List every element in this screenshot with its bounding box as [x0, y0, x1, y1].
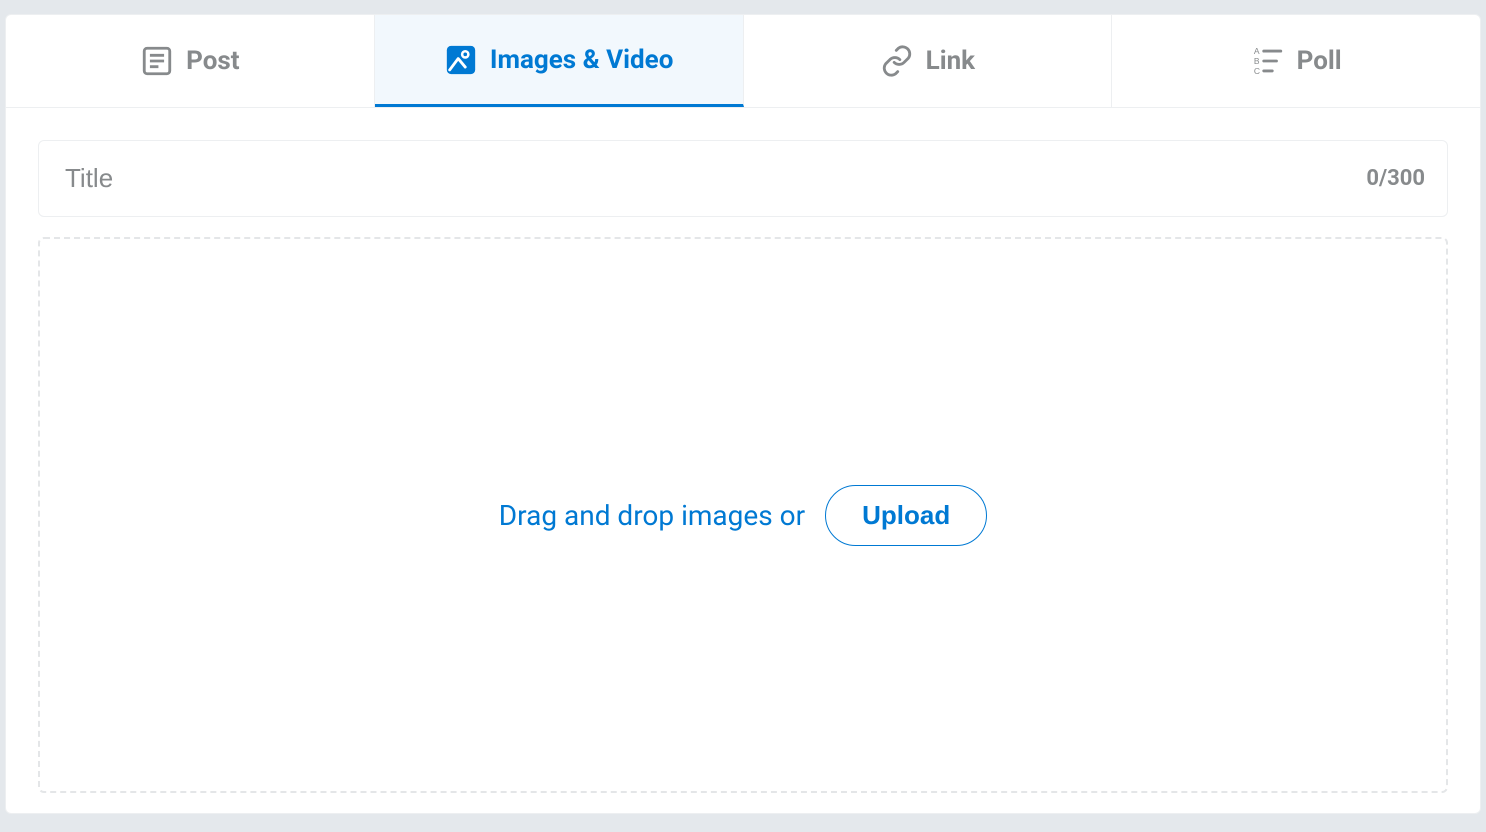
svg-text:B: B [1253, 56, 1259, 66]
title-input[interactable] [39, 141, 1366, 216]
svg-text:C: C [1253, 66, 1259, 76]
tab-label: Post [186, 46, 239, 76]
poll-icon: A B C [1251, 44, 1285, 78]
title-field-wrap: 0/300 [38, 140, 1448, 217]
tab-post[interactable]: Post [6, 15, 375, 107]
upload-button[interactable]: Upload [825, 485, 987, 546]
tab-poll[interactable]: A B C Poll [1112, 15, 1480, 107]
dropzone-text: Drag and drop images or [499, 499, 805, 532]
tab-images-video[interactable]: Images & Video [375, 15, 744, 107]
media-dropzone[interactable]: Drag and drop images or Upload [38, 237, 1448, 793]
tab-label: Images & Video [490, 45, 674, 75]
post-icon [140, 44, 174, 78]
post-composer-card: Post Images & Video Link [5, 14, 1481, 814]
link-icon [880, 44, 914, 78]
compose-tabs: Post Images & Video Link [6, 15, 1480, 108]
tab-label: Poll [1297, 46, 1342, 76]
tab-label: Link [926, 46, 975, 76]
tab-link[interactable]: Link [744, 15, 1113, 107]
svg-text:A: A [1253, 46, 1259, 56]
compose-body: 0/300 Drag and drop images or Upload [6, 108, 1480, 814]
title-char-counter: 0/300 [1366, 166, 1447, 191]
image-icon [444, 43, 478, 77]
